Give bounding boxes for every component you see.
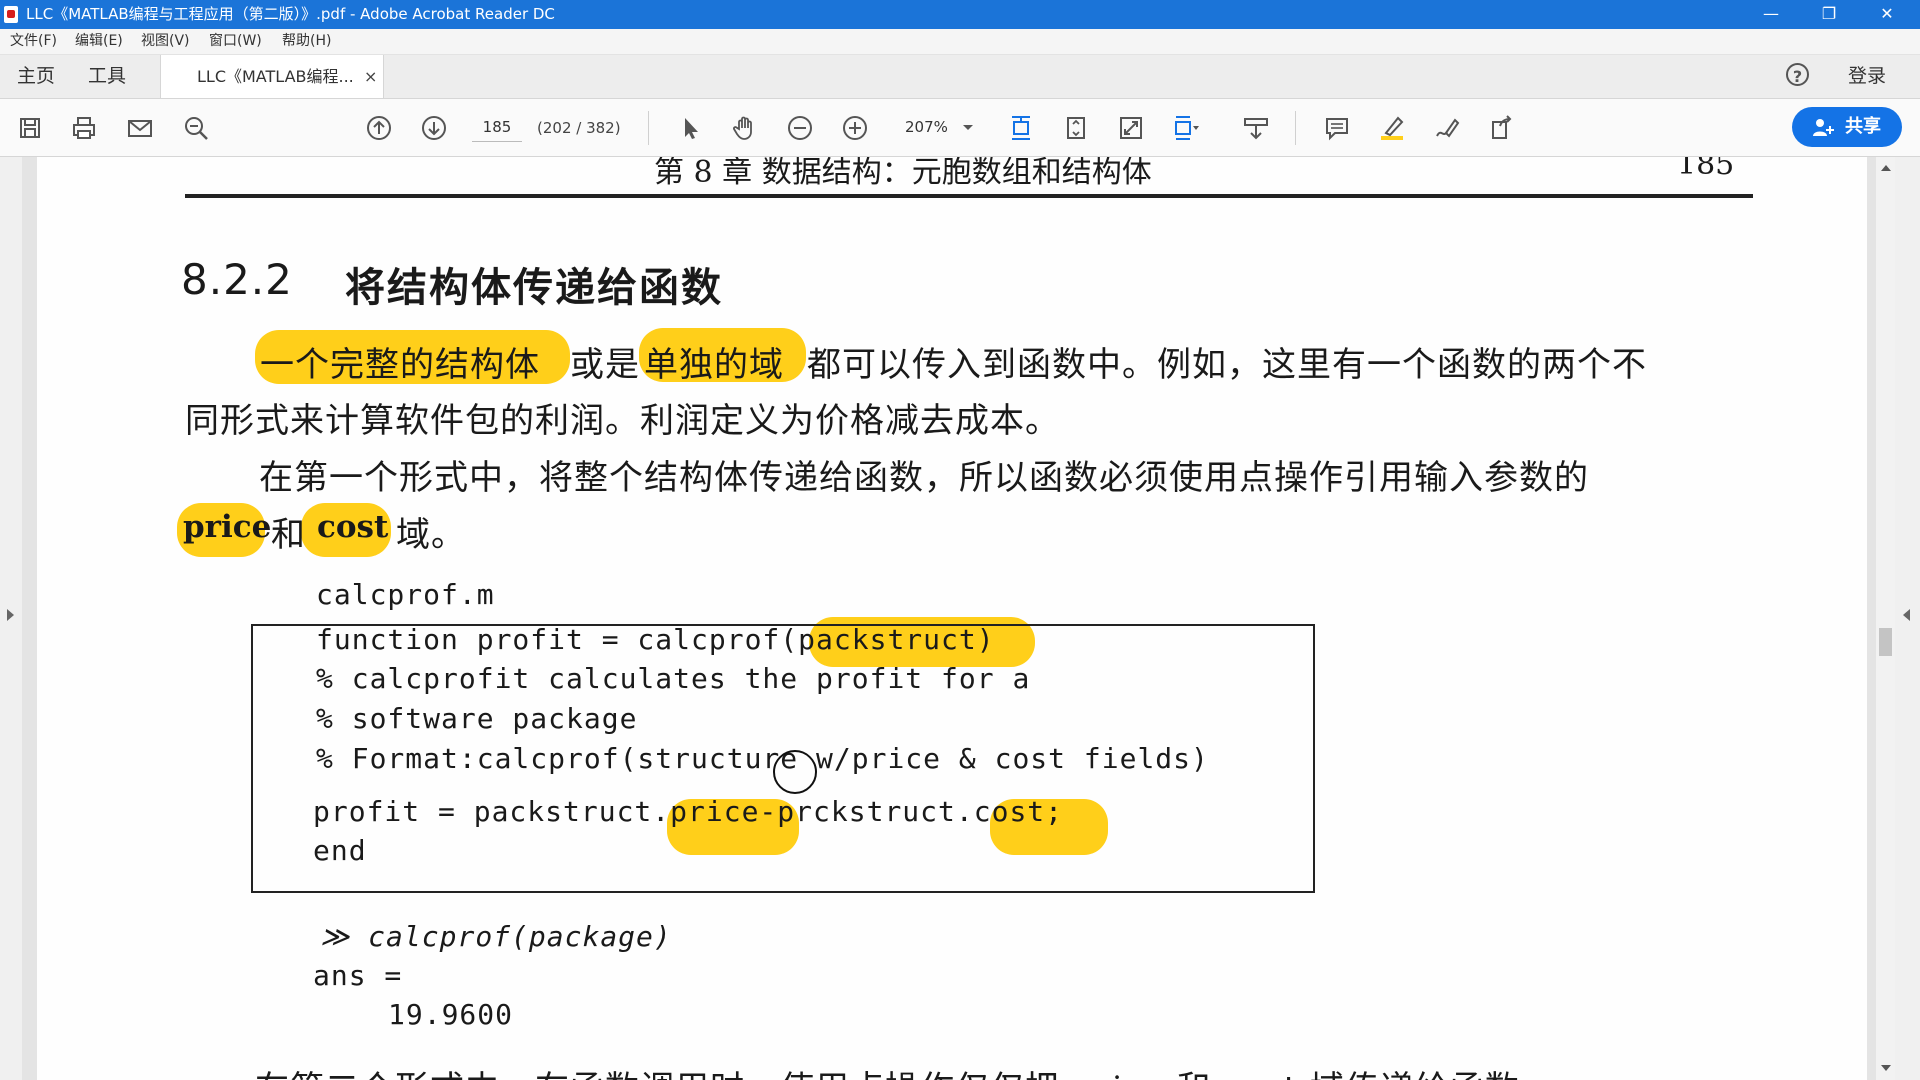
para2-cost: cost xyxy=(317,509,389,545)
code-filename: calcprof.m xyxy=(316,578,495,611)
para1-text: 都可以传入到函数中。例如，这里有一个函数的两个不 xyxy=(807,345,1647,385)
mouse-cursor xyxy=(773,750,817,794)
code-line: % calcprofit calculates the profit for a xyxy=(316,662,1031,695)
para1-text: 或是 xyxy=(570,345,640,385)
acrobat-app-icon xyxy=(4,6,18,23)
para1-highlight-1: 一个完整的结构体 xyxy=(260,345,540,385)
search-zoom-icon[interactable] xyxy=(179,111,213,145)
para2-line1: 在第一个形式中，将整个结构体传递给函数，所以函数必须使用点操作引用输入参数的 xyxy=(259,458,1589,498)
tab-bar: 主页 工具 LLC《MATLAB编程... × xyxy=(0,55,1920,99)
section-title: 将结构体传递给函数 xyxy=(345,265,723,311)
menu-window[interactable]: 窗口(W) xyxy=(209,33,262,50)
title-bar: LLC《MATLAB编程与工程应用（第二版）》.pdf - Adobe Acro… xyxy=(0,0,1920,29)
header-rule xyxy=(185,194,1753,198)
para2-end: 域。 xyxy=(396,515,466,555)
para1-line2: 同形式来计算软件包的利润。利润定义为价格减去成本。 xyxy=(185,401,1060,441)
tab-tools[interactable]: 工具 xyxy=(88,66,126,86)
save-icon[interactable] xyxy=(13,111,47,145)
highlight-icon[interactable] xyxy=(1375,111,1409,145)
minimize-button[interactable]: — xyxy=(1742,0,1800,29)
share-icon[interactable] xyxy=(1485,111,1519,145)
menu-file[interactable]: 文件(F) xyxy=(10,33,57,50)
para2-price: price xyxy=(183,509,272,545)
hand-icon[interactable] xyxy=(728,111,762,145)
para1-highlight-2: 单独的域 xyxy=(644,345,784,385)
zoom-out-icon[interactable] xyxy=(783,111,817,145)
page-up-icon[interactable] xyxy=(362,111,396,145)
restore-button[interactable]: ❐ xyxy=(1800,0,1858,29)
menu-edit[interactable]: 编辑(E) xyxy=(75,33,123,50)
tab-document-label: LLC《MATLAB编程... xyxy=(197,67,354,86)
vertical-scrollbar[interactable] xyxy=(1876,157,1895,1080)
section-number: 8.2.2 xyxy=(181,255,293,304)
print-icon[interactable] xyxy=(67,111,101,145)
zoom-level-select[interactable]: 207% xyxy=(893,113,973,141)
scroll-mode-icon[interactable] xyxy=(1004,111,1038,145)
toolbar: 185 (202 / 382) 207% xyxy=(0,99,1920,157)
zoom-in-icon[interactable] xyxy=(838,111,872,145)
fit-page-icon[interactable] xyxy=(1059,111,1093,145)
read-mode-icon[interactable] xyxy=(1239,111,1273,145)
sign-icon[interactable] xyxy=(1430,111,1464,145)
code-line: function profit = calcprof(packstruct) xyxy=(316,623,995,656)
window-title: LLC《MATLAB编程与工程应用（第二版）》.pdf - Adobe Acro… xyxy=(26,5,555,23)
running-page-number: 185 xyxy=(1677,157,1735,182)
document-viewer: 第 8 章 数据结构：元胞数组和结构体 185 8.2.2 将结构体传递给函数 … xyxy=(0,157,1920,1080)
toolbar-divider xyxy=(648,111,649,145)
login-link[interactable]: 登录 xyxy=(1848,66,1886,86)
scroll-thumb[interactable] xyxy=(1879,628,1892,656)
add-user-icon xyxy=(1813,119,1834,136)
page-down-icon[interactable] xyxy=(417,111,451,145)
para3-partial: 在第二个形式中，在函数调用时，使用点操作仅仅把 price 和 cost 域传递… xyxy=(255,1061,1520,1080)
tab-home[interactable]: 主页 xyxy=(17,66,55,86)
help-icon[interactable]: ? xyxy=(1786,63,1809,86)
code-line: % software package xyxy=(316,702,638,735)
command-value: 19.9600 xyxy=(388,998,514,1031)
right-panel-toggle[interactable] xyxy=(1895,157,1920,1080)
comment-icon[interactable] xyxy=(1320,111,1354,145)
expand-left-icon xyxy=(7,609,14,621)
expand-right-icon xyxy=(1903,609,1910,621)
email-icon[interactable] xyxy=(123,111,157,145)
para2-and: 和 xyxy=(271,515,306,555)
share-button-label: 共享 xyxy=(1845,116,1881,137)
close-tab-icon[interactable]: × xyxy=(364,67,377,86)
select-arrow-icon[interactable] xyxy=(673,111,707,145)
close-window-button[interactable]: ✕ xyxy=(1858,0,1916,29)
page-display-icon[interactable] xyxy=(1169,111,1203,145)
left-panel-toggle[interactable] xyxy=(0,157,22,1080)
code-line: % Format:calcprof(structure w/price & co… xyxy=(316,742,1209,775)
menu-help[interactable]: 帮助(H) xyxy=(282,33,331,50)
code-line: end xyxy=(313,834,367,867)
menu-bar: 文件(F) 编辑(E) 视图(V) 窗口(W) 帮助(H) xyxy=(0,29,1920,55)
fullscreen-icon[interactable] xyxy=(1114,111,1148,145)
scroll-up-icon[interactable] xyxy=(1881,165,1891,171)
code-line: profit = packstruct.price-prckstruct.cos… xyxy=(313,795,1064,828)
toolbar-divider xyxy=(1295,111,1296,145)
scroll-down-icon[interactable] xyxy=(1881,1065,1891,1071)
tab-document[interactable]: LLC《MATLAB编程... × xyxy=(160,55,384,98)
running-head: 第 8 章 数据结构：元胞数组和结构体 xyxy=(654,157,1152,190)
page-number-input[interactable]: 185 xyxy=(472,113,522,142)
share-button[interactable]: 共享 xyxy=(1792,107,1902,147)
pdf-page: 第 8 章 数据结构：元胞数组和结构体 185 8.2.2 将结构体传递给函数 … xyxy=(37,157,1867,1080)
command-prompt: ≫ calcprof(package) xyxy=(320,920,672,953)
command-ans: ans = xyxy=(313,959,403,992)
menu-view[interactable]: 视图(V) xyxy=(141,33,190,50)
page-count: (202 / 382) xyxy=(537,119,621,137)
